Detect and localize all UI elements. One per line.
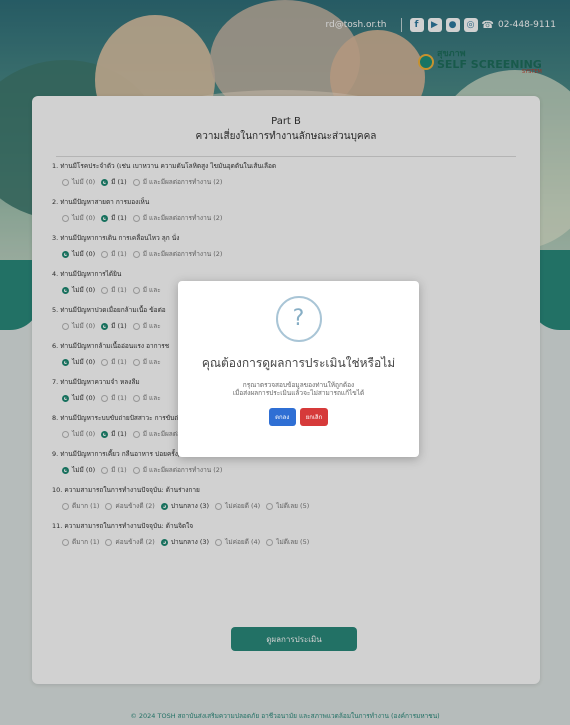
- dialog-title: คุณต้องการดูผลการประเมินใช่หรือไม่: [201, 356, 396, 370]
- dialog-message: กรุณาตรวจสอบข้อมูลของท่านให้ถูกต้อง เมื่…: [178, 381, 419, 398]
- confirm-button[interactable]: ตกลง: [268, 407, 296, 426]
- dialog-message-line2: เมื่อส่งผลการประเมินแล้วจะไม่สามารถแก้ไข…: [232, 389, 365, 398]
- question-icon: ?: [275, 296, 322, 342]
- cancel-button[interactable]: ยกเลิก: [299, 407, 329, 426]
- confirm-dialog: ? คุณต้องการดูผลการประเมินใช่หรือไม่ กรุ…: [178, 281, 419, 457]
- modal-overlay[interactable]: ? คุณต้องการดูผลการประเมินใช่หรือไม่ กรุ…: [0, 0, 570, 725]
